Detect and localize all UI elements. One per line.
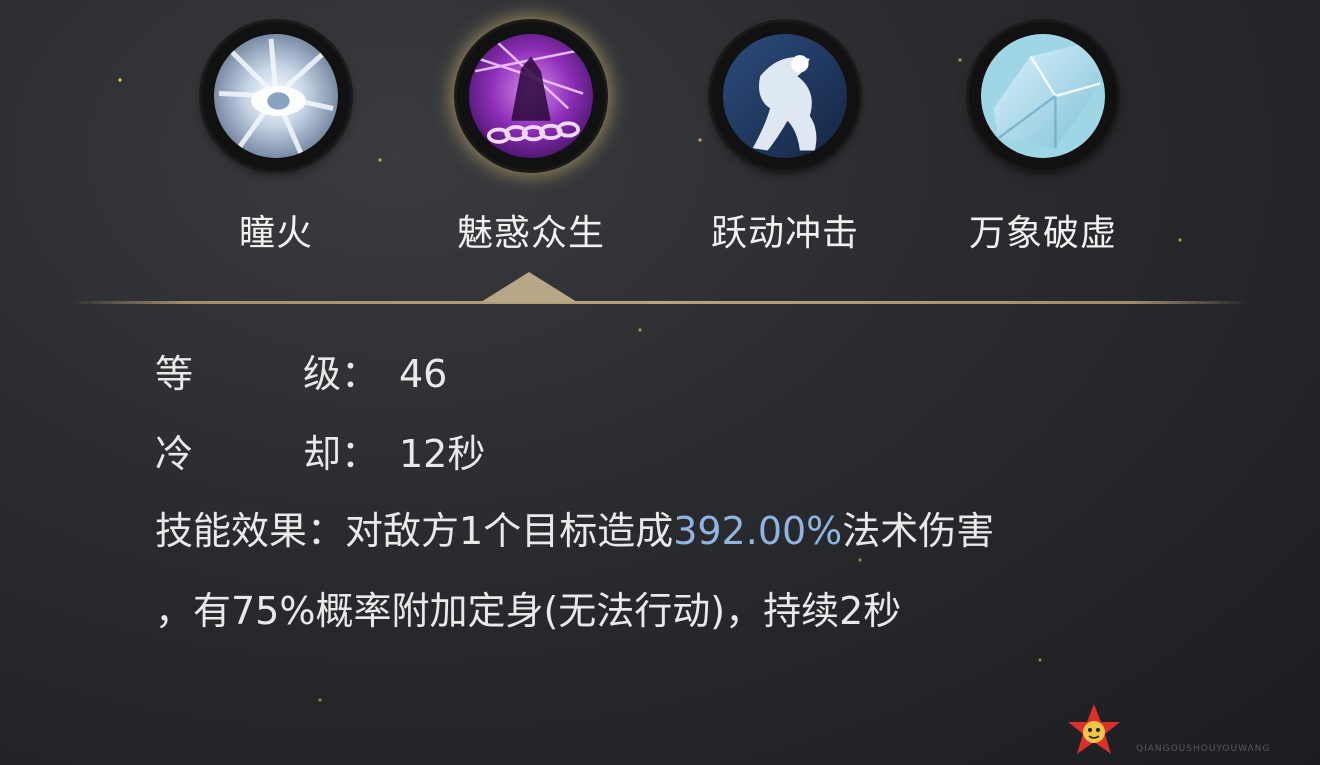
cooldown-value: 12秒 xyxy=(399,432,486,476)
ice-crystal-icon xyxy=(981,34,1105,158)
white-burst-eye-icon xyxy=(214,34,338,158)
white-leaping-figure-icon xyxy=(723,34,847,158)
skill-tab-4[interactable]: 万象破虚 xyxy=(963,22,1123,256)
cooldown-label-a: 冷 xyxy=(155,432,194,476)
effect-line-2: ，有75%概率附加定身(无法行动)，持续2秒 xyxy=(155,589,902,633)
effect-suffix: 法术伤害 xyxy=(842,509,995,553)
effect-line-1: 技能效果：对敌方1个目标造成392.00%法术伤害 xyxy=(155,512,994,550)
star-mascot-icon xyxy=(1068,704,1120,754)
effect-label: 技能效果： xyxy=(155,509,346,553)
effect-prefix: 对敌方1个目标造成 xyxy=(345,509,674,553)
skill-orb-3[interactable] xyxy=(711,22,859,170)
skill-list: 瞳火 魅惑众生 跃动冲击 万象破虚 xyxy=(0,0,1320,300)
skill-name-4: 万象破虚 xyxy=(968,213,1117,254)
skill-orb-2[interactable] xyxy=(457,22,605,170)
purple-chain-figure-icon xyxy=(469,34,593,158)
skill-tab-3[interactable]: 跃动冲击 xyxy=(705,22,865,256)
skill-name-2: 魅惑众生 xyxy=(456,213,605,254)
skill-orb-4[interactable] xyxy=(969,22,1117,170)
selected-skill-pointer xyxy=(481,272,577,302)
divider xyxy=(70,301,1250,304)
watermark-logo: QIANGOUSHOUYOUWANG xyxy=(1066,700,1320,765)
watermark-subtext: QIANGOUSHOUYOUWANG xyxy=(1136,744,1271,754)
level-label-a: 等 xyxy=(155,352,194,396)
skill-orb-1[interactable] xyxy=(202,22,350,170)
skill-name-1: 瞳火 xyxy=(238,213,313,254)
skill-tab-2[interactable]: 魅惑众生 xyxy=(451,22,611,256)
level-label-b: 级： xyxy=(303,352,380,396)
effect-damage-percent: 392.00% xyxy=(673,509,843,553)
level-value: 46 xyxy=(399,352,448,396)
skill-name-3: 跃动冲击 xyxy=(710,213,859,254)
skill-tab-1[interactable]: 瞳火 xyxy=(196,22,356,256)
cooldown-label-b: 却： xyxy=(303,432,380,476)
